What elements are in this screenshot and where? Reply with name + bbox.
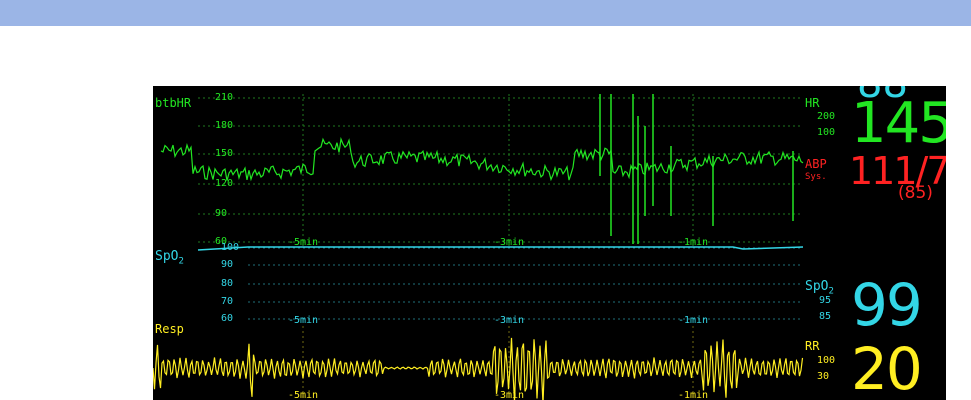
- hr-scale-label-180: 180: [215, 120, 234, 131]
- spo2-scale-label-100: 100: [221, 242, 240, 253]
- hr-alarm-low: 100: [817, 127, 836, 138]
- rr-alarm-low: 30: [817, 371, 830, 382]
- spo2-value: 99: [851, 271, 923, 339]
- resp-time-mark: -3min: [494, 390, 524, 400]
- hr-scale-label-210: 210: [215, 92, 234, 103]
- hr-trend-trace: [160, 136, 804, 182]
- top-header-bar: [0, 0, 971, 26]
- patient-monitor-screen: -5min -3min -1min -5min -3min -1min -5min -3min…: [153, 86, 946, 400]
- rr-numeric-label: RR: [805, 339, 820, 353]
- resp-trend-label: Resp: [155, 322, 184, 336]
- spo2-scale-label-60: 60: [221, 313, 234, 324]
- spo2-scale-label-80: 80: [221, 278, 234, 289]
- spo2-alarm-high: 95: [819, 295, 832, 306]
- hr-time-mark: -5min: [288, 237, 318, 248]
- rr-value: 20: [851, 335, 923, 400]
- hr-numeric-label: HR: [805, 96, 820, 110]
- rr-alarm-high: 100: [817, 355, 836, 366]
- hr-scale-label-150: 150: [215, 148, 234, 159]
- spo2-scale-label-90: 90: [221, 259, 234, 270]
- abp-numeric-label: ABP: [805, 157, 827, 171]
- resp-time-mark: -1min: [678, 390, 708, 400]
- btbhr-trend-label: btbHR: [155, 96, 192, 110]
- hr-time-mark: -3min: [494, 237, 524, 248]
- spo2-time-mark: -3min: [494, 315, 524, 326]
- cutoff-numeric-top: 88: [857, 86, 908, 104]
- spo2-trend-label: SpO2: [155, 249, 184, 267]
- hr-scale-label-90: 90: [215, 208, 228, 219]
- spo2-scale-label-70: 70: [221, 296, 234, 307]
- hr-alarm-high: 200: [817, 111, 836, 122]
- abp-mean-value: (85): [898, 183, 933, 203]
- hr-time-mark: -1min: [678, 237, 708, 248]
- hr-scale-label-120: 120: [215, 178, 234, 189]
- abp-sub-label: Sys.: [805, 172, 827, 182]
- spo2-time-mark: -5min: [288, 315, 318, 326]
- spo2-time-mark: -1min: [678, 315, 708, 326]
- spo2-alarm-low: 85: [819, 311, 832, 322]
- resp-time-mark: -5min: [288, 390, 318, 400]
